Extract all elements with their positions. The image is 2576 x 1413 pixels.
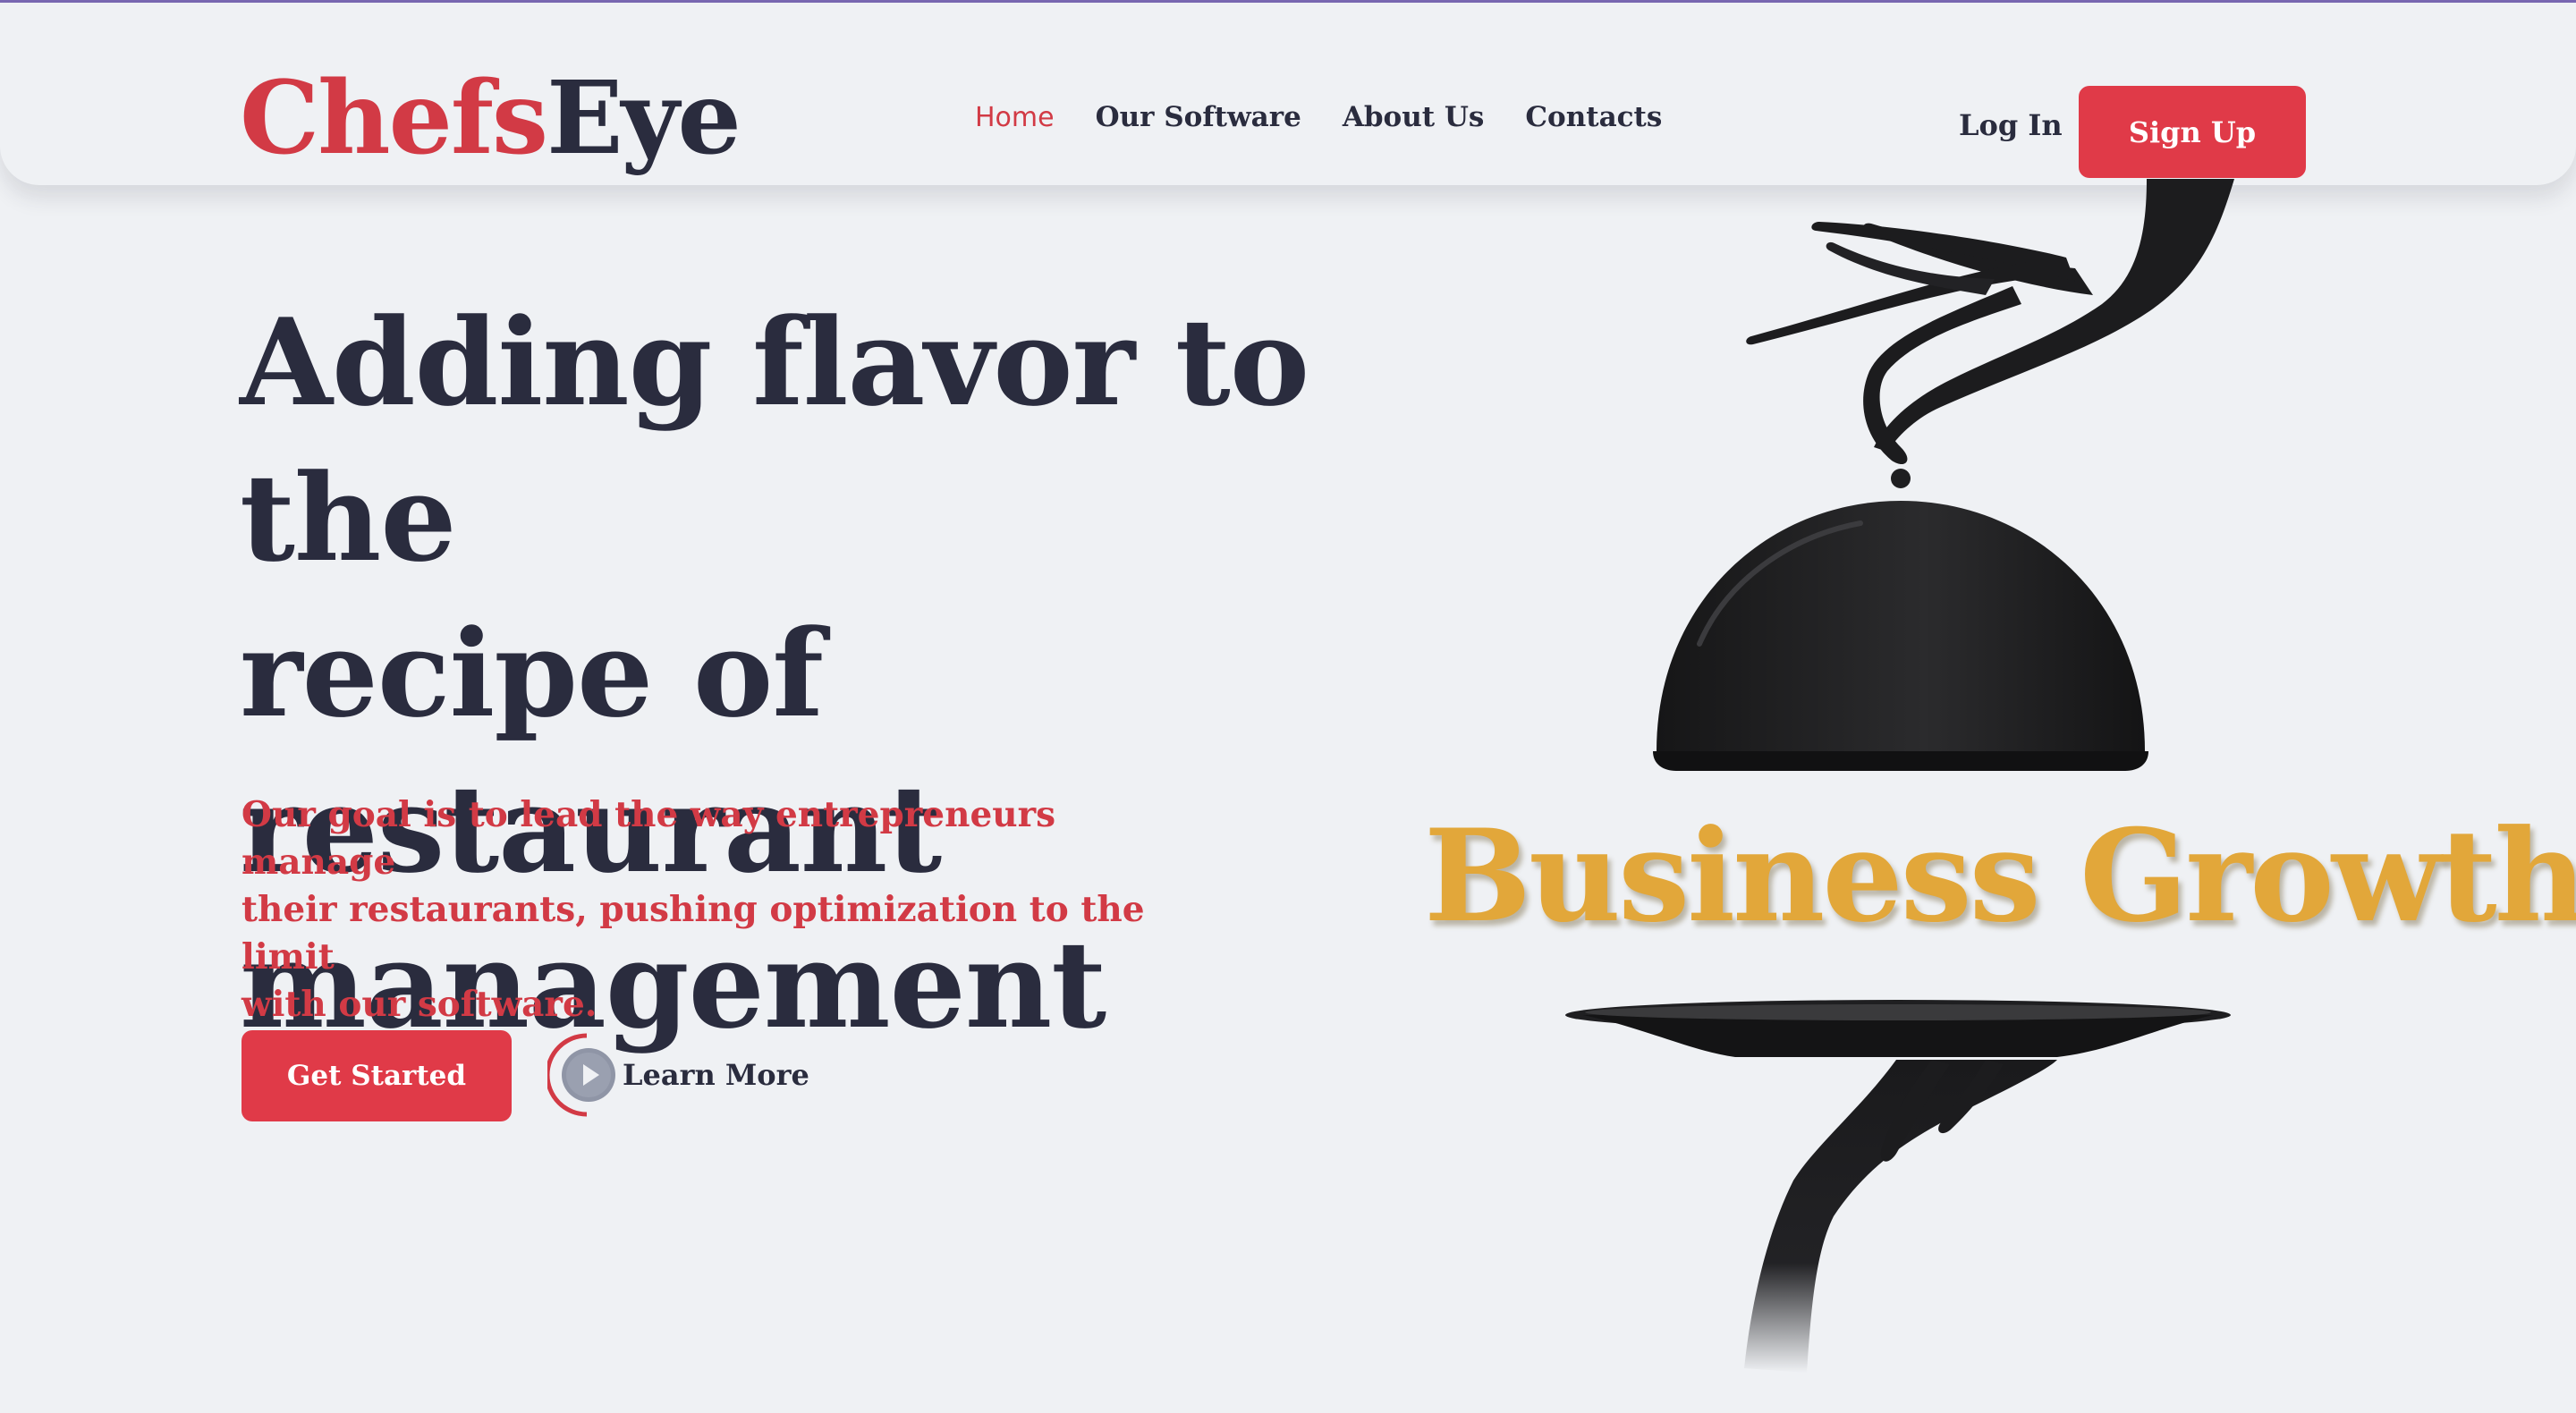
learn-more-label: Learn More [623, 1058, 809, 1092]
site-header: ChefsEye Home Our Software About Us Cont… [0, 3, 2576, 185]
learn-more-link[interactable]: Learn More [545, 1028, 809, 1121]
main-nav: Home Our Software About Us Contacts [975, 101, 1703, 133]
nav-link-contacts[interactable]: Contacts [1525, 101, 1662, 133]
signup-button[interactable]: Sign Up [2079, 86, 2306, 178]
nav-link-our-software[interactable]: Our Software [1096, 101, 1301, 133]
serving-tray-icon [1565, 1000, 2231, 1057]
hero-subtitle: Our goal is to lead the way entrepreneur… [242, 791, 1208, 1028]
business-growth-caption: Business Growth [1424, 802, 2576, 951]
play-icon [545, 1032, 619, 1118]
logo-part-eye: Eye [547, 60, 741, 177]
hand-icon [1744, 1060, 2057, 1373]
hero-subtitle-line-2: their restaurants, pushing optimization … [242, 889, 1145, 977]
cloche-icon [1653, 469, 2148, 771]
nav-link-about-us[interactable]: About Us [1343, 101, 1485, 133]
logo[interactable]: ChefsEye [240, 52, 741, 186]
login-link[interactable]: Log In [1959, 108, 2063, 142]
hero-title-line-1: Adding flavor to the [240, 292, 1309, 588]
logo-part-chefs: Chefs [240, 60, 548, 177]
nav-link-home[interactable]: Home [975, 102, 1055, 133]
get-started-button[interactable]: Get Started [242, 1030, 512, 1121]
hero-subtitle-line-3: with our software. [242, 984, 597, 1025]
hero-illustration [1565, 179, 2234, 1373]
hero-subtitle-line-1: Our goal is to lead the way entrepreneur… [242, 794, 1056, 883]
hand-icon [1746, 179, 2234, 465]
